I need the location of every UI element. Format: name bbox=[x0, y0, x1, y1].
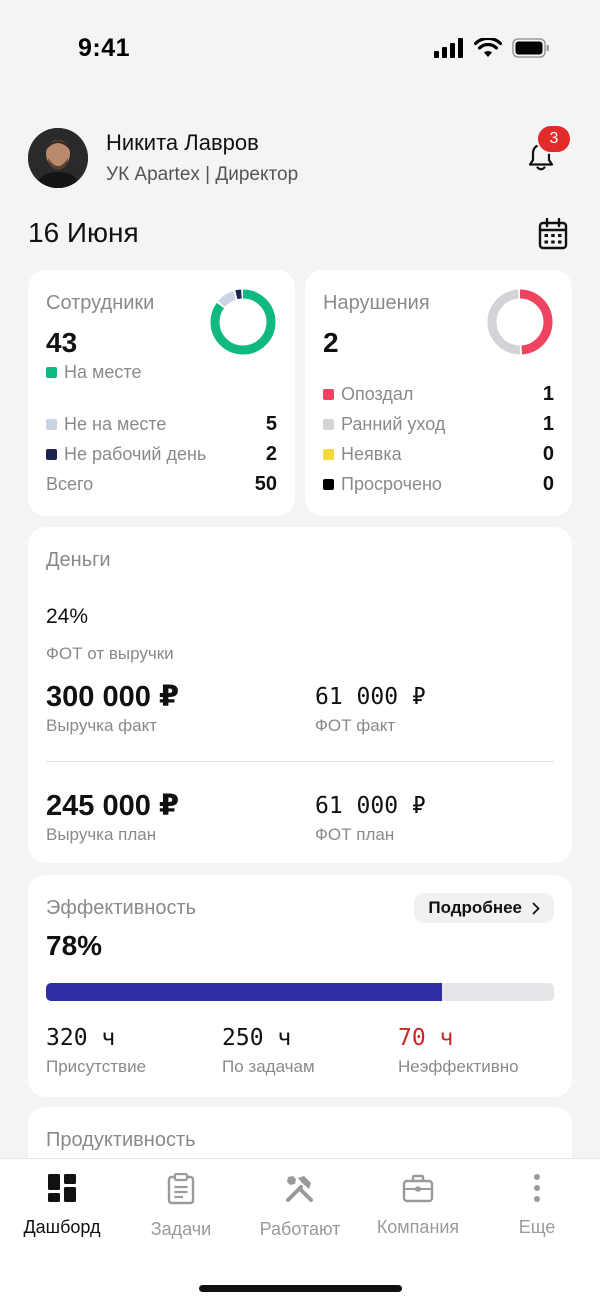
task-hours: 250 ч bbox=[222, 1025, 292, 1051]
legend-absent: Не на месте 5 bbox=[46, 413, 277, 436]
avatar[interactable] bbox=[28, 128, 88, 188]
efficiency-title: Эффективность bbox=[46, 897, 197, 919]
legend-absent-label: Не на месте bbox=[64, 414, 167, 434]
legend-late-label: Опоздал bbox=[341, 384, 414, 404]
legend-early: Ранний уход 1 bbox=[323, 413, 554, 436]
tab-working[interactable]: Работают bbox=[241, 1173, 359, 1240]
absent-color-dot bbox=[46, 419, 57, 430]
details-button-label: Подробнее bbox=[428, 898, 522, 917]
revenue-plan-value: 245 000 ₽ bbox=[46, 790, 180, 822]
bottom-tab-bar: Дашборд Задачи Работают Компания Еще bbox=[0, 1158, 600, 1305]
legend-overdue-value: 0 bbox=[542, 473, 554, 495]
dashboard-icon bbox=[48, 1174, 76, 1202]
more-vertical-icon bbox=[534, 1174, 540, 1202]
fot-plan-label: ФОТ план bbox=[315, 825, 395, 844]
status-time: 9:41 bbox=[78, 34, 131, 62]
profile-header: Никита Лавров УК Apartex | Директор 3 bbox=[28, 124, 572, 190]
fot-percent: 24% bbox=[46, 605, 89, 628]
legend-total: Всего 50 bbox=[46, 473, 277, 496]
legend-absent-value: 5 bbox=[265, 413, 277, 435]
overdue-color-dot bbox=[323, 479, 334, 490]
fot-plan-value: 61 000 ₽ bbox=[315, 793, 426, 819]
user-role: УК Apartex | Директор bbox=[106, 164, 299, 185]
presence-hours: 320 ч bbox=[46, 1025, 116, 1051]
employees-card[interactable]: Сотрудники 43 На месте Не на месте 5 Не … bbox=[28, 270, 295, 516]
cellular-signal-icon bbox=[434, 38, 463, 58]
early-color-dot bbox=[323, 419, 334, 430]
legend-dayoff-value: 2 bbox=[265, 443, 277, 465]
efficiency-card[interactable]: Эффективность Подробнее 78% 320 ч Присут… bbox=[28, 875, 572, 1097]
briefcase-icon bbox=[402, 1174, 434, 1203]
details-button[interactable]: Подробнее bbox=[414, 893, 554, 923]
status-icons bbox=[434, 38, 550, 58]
legend-dayoff: Не рабочий день 2 bbox=[46, 443, 277, 466]
revenue-plan-label: Выручка план bbox=[46, 825, 157, 844]
status-bar: 9:41 bbox=[0, 0, 600, 100]
violations-title: Нарушения bbox=[323, 292, 430, 314]
tab-tasks-label: Задачи bbox=[150, 1219, 212, 1239]
clipboard-icon bbox=[167, 1173, 195, 1205]
legend-late: Опоздал 1 bbox=[323, 383, 554, 406]
revenue-fact-value: 300 000 ₽ bbox=[46, 681, 180, 713]
violations-donut-chart bbox=[487, 289, 553, 355]
legend-overdue: Просрочено 0 bbox=[323, 473, 554, 496]
noshow-color-dot bbox=[323, 449, 334, 460]
legend-noshow-label: Неявка bbox=[341, 444, 402, 464]
tab-more[interactable]: Еще bbox=[478, 1173, 596, 1238]
presence-label: Присутствие bbox=[46, 1057, 147, 1076]
legend-total-label: Всего bbox=[46, 474, 94, 494]
fot-percent-label: ФОТ от выручки bbox=[46, 644, 174, 663]
legend-dayoff-label: Не рабочий день bbox=[64, 444, 207, 464]
home-indicator bbox=[199, 1285, 402, 1292]
calendar-icon bbox=[538, 217, 568, 250]
legend-noshow-value: 0 bbox=[542, 443, 554, 465]
legend-early-value: 1 bbox=[542, 413, 554, 435]
inefficient-hours: 70 ч bbox=[398, 1025, 454, 1051]
efficiency-progress-bar bbox=[46, 983, 554, 1001]
legend-overdue-label: Просрочено bbox=[341, 474, 442, 494]
tab-more-label: Еще bbox=[518, 1217, 556, 1237]
productivity-title: Продуктивность bbox=[46, 1129, 196, 1151]
chevron-right-icon bbox=[532, 902, 540, 914]
employees-donut-chart bbox=[210, 289, 276, 355]
present-color-dot bbox=[46, 367, 57, 378]
efficiency-progress-fill bbox=[46, 983, 443, 1001]
revenue-fact-label: Выручка факт bbox=[46, 716, 158, 735]
violations-count: 2 bbox=[323, 327, 339, 358]
tab-dashboard-label: Дашборд bbox=[23, 1217, 101, 1237]
inefficient-label: Неэффективно bbox=[398, 1057, 519, 1076]
fot-fact-value: 61 000 ₽ bbox=[315, 684, 426, 710]
fot-fact-label: ФОТ факт bbox=[315, 716, 396, 735]
task-hours-label: По задачам bbox=[222, 1057, 315, 1076]
tab-dashboard[interactable]: Дашборд bbox=[3, 1173, 121, 1238]
battery-icon bbox=[512, 38, 549, 58]
tab-company[interactable]: Компания bbox=[359, 1173, 477, 1238]
legend-early-label: Ранний уход bbox=[341, 414, 446, 434]
money-divider bbox=[46, 761, 554, 762]
legend-present-label: На месте bbox=[64, 362, 142, 382]
user-name: Никита Лавров bbox=[106, 130, 259, 155]
efficiency-percent: 78% bbox=[46, 930, 103, 961]
notification-badge: 3 bbox=[536, 124, 572, 154]
money-card[interactable]: Деньги 24% ФОТ от выручки 300 000 ₽ Выру… bbox=[28, 527, 572, 863]
legend-late-value: 1 bbox=[542, 383, 554, 405]
dayoff-color-dot bbox=[46, 449, 57, 460]
legend-present: На месте bbox=[46, 362, 277, 383]
employees-title: Сотрудники bbox=[46, 292, 155, 314]
tools-icon bbox=[286, 1176, 313, 1202]
current-date: 16 Июня bbox=[28, 217, 139, 248]
violations-card[interactable]: Нарушения 2 Опоздал 1 Ранний уход 1 Неяв… bbox=[305, 270, 572, 516]
money-title: Деньги bbox=[46, 549, 111, 571]
employees-count: 43 bbox=[46, 327, 78, 358]
calendar-button[interactable] bbox=[538, 217, 568, 255]
legend-total-value: 50 bbox=[254, 473, 277, 495]
tab-company-label: Компания bbox=[376, 1217, 460, 1237]
tab-working-label: Работают bbox=[259, 1219, 341, 1239]
tab-tasks[interactable]: Задачи bbox=[122, 1173, 240, 1240]
legend-noshow: Неявка 0 bbox=[323, 443, 554, 466]
late-color-dot bbox=[323, 389, 334, 400]
wifi-icon bbox=[474, 38, 502, 57]
